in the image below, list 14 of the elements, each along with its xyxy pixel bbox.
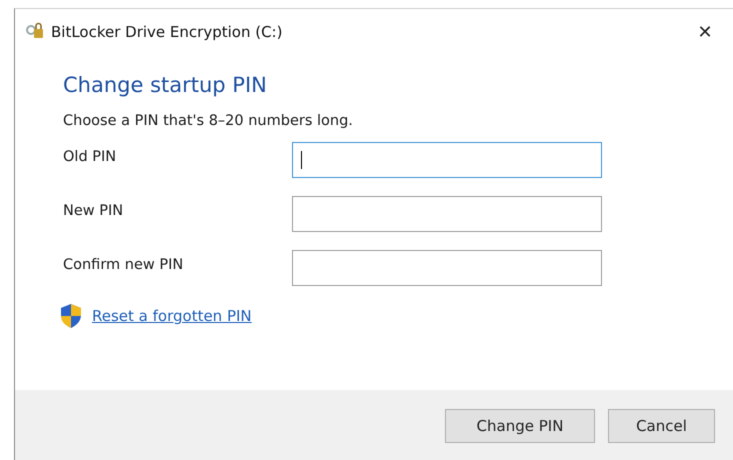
field-label: Old PIN <box>63 149 118 165</box>
cancel-button[interactable]: Cancel <box>608 409 715 443</box>
page-heading: Change startup PIN <box>63 73 268 97</box>
reset-pin-link[interactable]: Reset a forgotten PIN <box>92 307 252 325</box>
shield-icon <box>59 303 83 329</box>
pin-field[interactable] <box>292 196 602 232</box>
instruction-text: Choose a PIN that's 8–20 numbers long. <box>63 113 354 129</box>
close-button[interactable]: ✕ <box>681 12 729 52</box>
change-pin-button[interactable]: Change PIN <box>445 409 595 443</box>
pin-field[interactable] <box>292 250 602 286</box>
field-label: New PIN <box>63 203 124 219</box>
pin-field[interactable] <box>292 142 602 178</box>
window-title: BitLocker Drive Encryption (C:) <box>51 23 284 41</box>
field-label: Confirm new PIN <box>63 257 184 273</box>
